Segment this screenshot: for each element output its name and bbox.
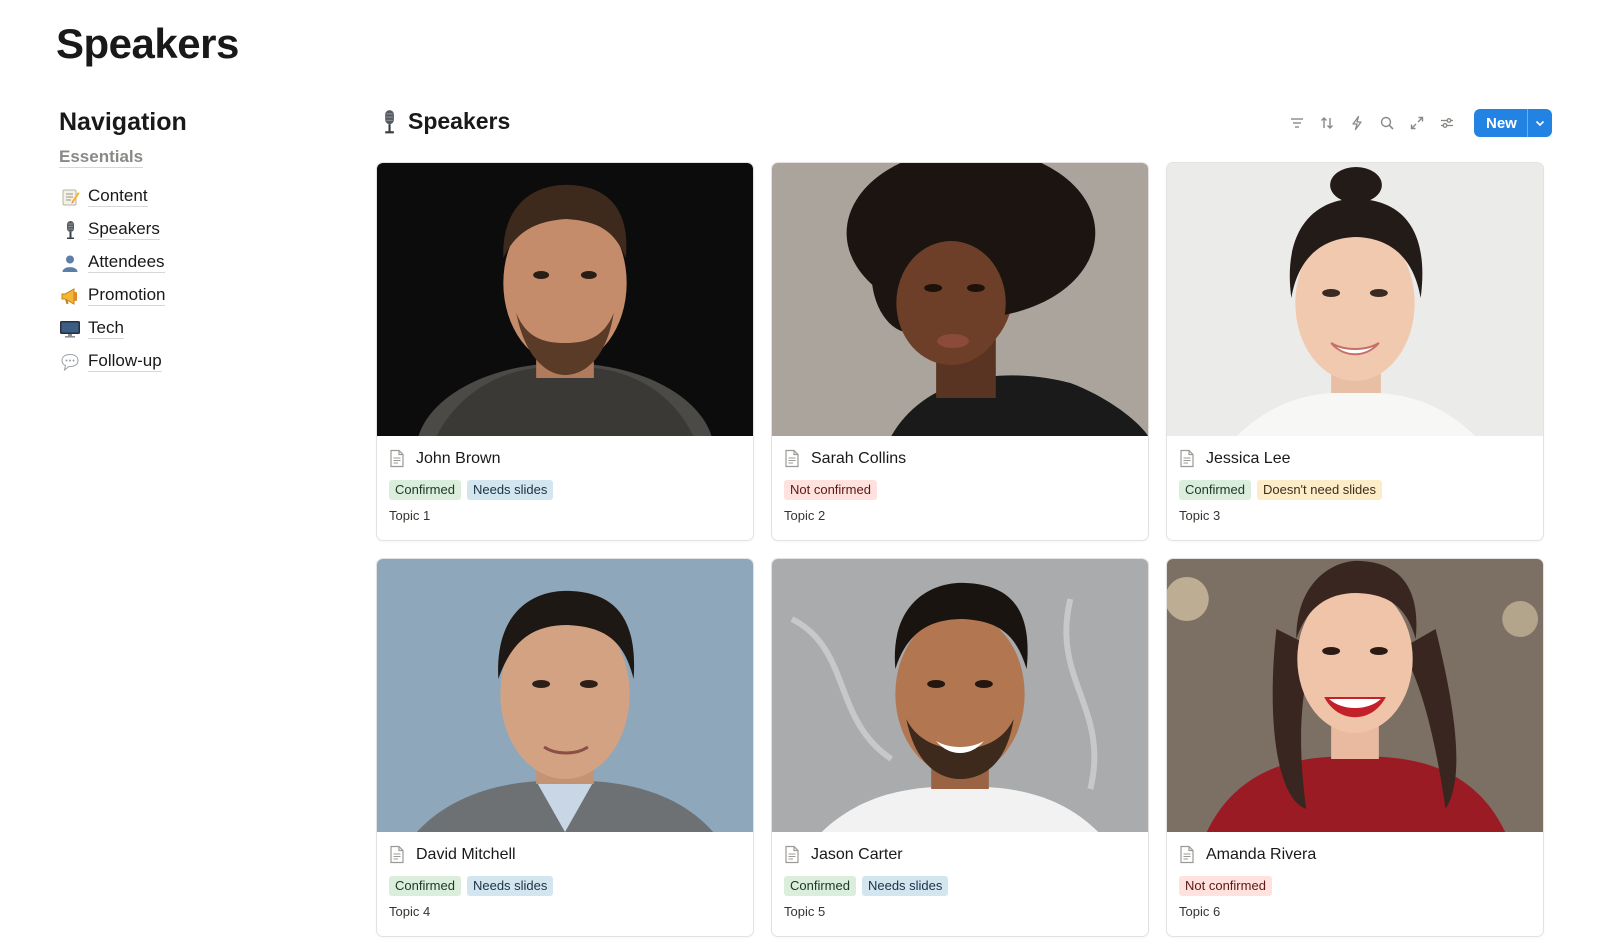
sidebar-item-follow-up[interactable]: Follow-up (59, 345, 319, 378)
status-tags: Confirmed Needs slides (389, 876, 741, 896)
speaker-portrait-image (1167, 163, 1543, 436)
status-tag: Not confirmed (784, 480, 877, 500)
microphone-icon (378, 109, 402, 135)
card-body: David Mitchell Confirmed Needs slides To… (377, 832, 753, 919)
topic-text: Topic 1 (389, 508, 431, 523)
card-title-row: Jason Carter (784, 844, 1136, 866)
chevron-down-icon[interactable] (1528, 109, 1552, 137)
page-icon (389, 845, 407, 865)
speaker-name: John Brown (416, 450, 501, 467)
speaker-gallery: John Brown Confirmed Needs slides Topic … (376, 162, 1546, 937)
page-icon (784, 449, 802, 469)
sort-icon[interactable] (1316, 110, 1338, 136)
sidebar-item-speakers[interactable]: Speakers (59, 213, 319, 246)
megaphone-icon (59, 285, 81, 307)
status-tags: Not confirmed (1179, 876, 1531, 896)
topic-text: Topic 3 (1179, 508, 1221, 523)
card-title-row: Amanda Rivera (1179, 844, 1531, 866)
sidebar-item-label: Promotion (88, 285, 166, 306)
speaker-name: Amanda Rivera (1206, 846, 1317, 863)
new-button[interactable]: New (1474, 109, 1552, 137)
sidebar-item-promotion[interactable]: Promotion (59, 279, 319, 312)
expand-icon[interactable] (1406, 110, 1428, 136)
speaker-portrait-image (377, 163, 753, 436)
lightning-icon[interactable] (1346, 110, 1368, 136)
speaker-card[interactable]: Jessica Lee Confirmed Doesn't need slide… (1166, 162, 1544, 541)
speaker-portrait-image (377, 559, 753, 832)
essentials-section-label[interactable]: Essentials (59, 147, 144, 168)
speech-bubble-icon (59, 351, 81, 373)
status-tag: Not confirmed (1179, 876, 1272, 896)
monitor-icon (59, 318, 81, 340)
status-tags: Confirmed Needs slides (389, 480, 741, 500)
card-body: Jessica Lee Confirmed Doesn't need slide… (1167, 436, 1543, 523)
slides-tag: Needs slides (466, 480, 554, 500)
page-icon (784, 845, 802, 865)
memo-icon (59, 186, 81, 208)
speaker-name: Sarah Collins (811, 450, 907, 467)
sidebar-navigation: Navigation Essentials Content Speakers A… (59, 108, 319, 378)
microphone-icon (59, 219, 81, 241)
speaker-portrait-image (772, 163, 1148, 436)
card-title-row: David Mitchell (389, 844, 741, 866)
database-title[interactable]: Speakers (408, 108, 510, 135)
sidebar-item-content[interactable]: Content (59, 180, 319, 213)
topic-text: Topic 2 (784, 508, 826, 523)
topic-text: Topic 5 (784, 904, 826, 919)
search-icon[interactable] (1376, 110, 1398, 136)
sidebar-item-tech[interactable]: Tech (59, 312, 319, 345)
topic-text: Topic 6 (1179, 904, 1221, 919)
card-body: John Brown Confirmed Needs slides Topic … (377, 436, 753, 523)
slides-tag: Doesn't need slides (1256, 480, 1383, 500)
sidebar-item-label: Follow-up (88, 351, 162, 372)
sidebar-item-label: Speakers (88, 219, 160, 240)
status-tags: Confirmed Needs slides (784, 876, 1136, 896)
sidebar-item-label: Tech (88, 318, 124, 339)
person-icon (59, 252, 81, 274)
slides-tag: Needs slides (466, 876, 554, 896)
sidebar-item-label: Content (88, 186, 148, 207)
filter-icon[interactable] (1286, 110, 1308, 136)
speaker-name: David Mitchell (416, 846, 516, 863)
speaker-card[interactable]: David Mitchell Confirmed Needs slides To… (376, 558, 754, 937)
speaker-name: Jessica Lee (1206, 450, 1291, 467)
status-tag: Confirmed (389, 480, 461, 500)
status-tag: Confirmed (1179, 480, 1251, 500)
page-icon (1179, 449, 1197, 469)
card-body: Amanda Rivera Not confirmed Topic 6 (1167, 832, 1543, 919)
page-icon (1179, 845, 1197, 865)
page-title: Speakers (56, 20, 239, 67)
new-button-label[interactable]: New (1474, 109, 1528, 137)
status-tags: Confirmed Doesn't need slides (1179, 480, 1531, 500)
navigation-list: Content Speakers Attendees Promotion Tec… (59, 180, 319, 378)
speaker-card[interactable]: Jason Carter Confirmed Needs slides Topi… (771, 558, 1149, 937)
card-body: Jason Carter Confirmed Needs slides Topi… (772, 832, 1148, 919)
sidebar-item-label: Attendees (88, 252, 165, 273)
page-icon (389, 449, 407, 469)
topic-text: Topic 4 (389, 904, 431, 919)
speaker-card[interactable]: John Brown Confirmed Needs slides Topic … (376, 162, 754, 541)
speaker-card[interactable]: Sarah Collins Not confirmed Topic 2 (771, 162, 1149, 541)
card-body: Sarah Collins Not confirmed Topic 2 (772, 436, 1148, 523)
speaker-portrait-image (1167, 559, 1543, 832)
speaker-portrait-image (772, 559, 1148, 832)
card-title-row: John Brown (389, 448, 741, 470)
database-toolbar: New (1286, 109, 1552, 137)
card-title-row: Jessica Lee (1179, 448, 1531, 470)
slides-tag: Needs slides (861, 876, 949, 896)
settings-sliders-icon[interactable] (1436, 110, 1458, 136)
speaker-card[interactable]: Amanda Rivera Not confirmed Topic 6 (1166, 558, 1544, 937)
navigation-heading: Navigation (59, 108, 187, 136)
status-tags: Not confirmed (784, 480, 1136, 500)
sidebar-item-attendees[interactable]: Attendees (59, 246, 319, 279)
status-tag: Confirmed (784, 876, 856, 896)
card-title-row: Sarah Collins (784, 448, 1136, 470)
database-header: Speakers (378, 108, 510, 135)
speaker-name: Jason Carter (811, 846, 903, 863)
status-tag: Confirmed (389, 876, 461, 896)
